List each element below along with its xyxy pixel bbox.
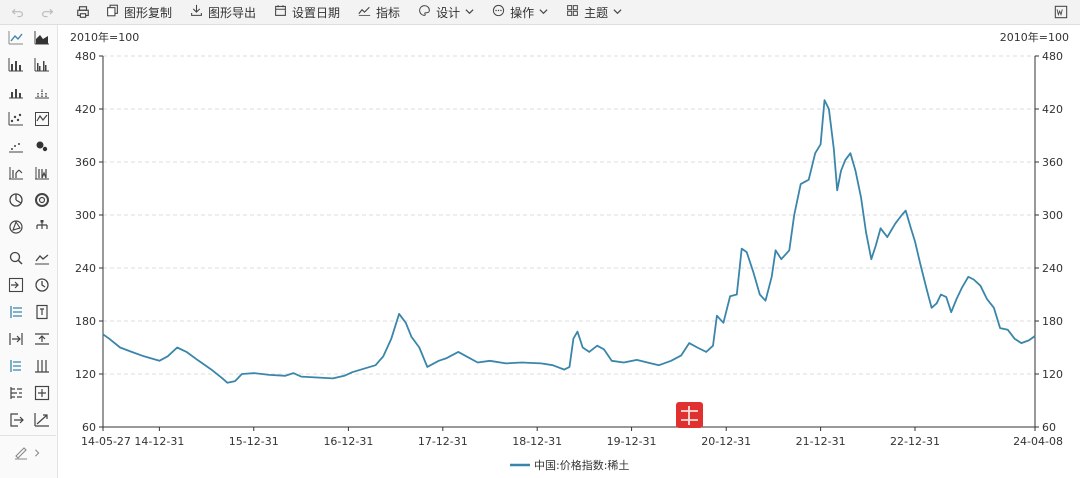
chevron-down-icon (613, 5, 622, 19)
bar-month-icon[interactable] (33, 164, 51, 182)
expand-right-icon[interactable] (7, 330, 25, 348)
trend-chart-icon[interactable] (33, 249, 51, 267)
chevron-down-icon (465, 5, 474, 19)
x-tick-label: 22-12-31 (890, 435, 940, 448)
y-tick-label-right: 480 (1042, 50, 1063, 63)
y-tick-label-left: 60 (82, 421, 96, 434)
y-tick-label-right: 60 (1042, 421, 1056, 434)
bar-chart-icon[interactable] (7, 56, 25, 74)
column-chart-icon[interactable] (7, 83, 25, 101)
document-icon[interactable] (33, 303, 51, 321)
line-chart: 2010年=100 2010年=100 60 60 120 120 180 180 240 2… (70, 30, 1069, 472)
ellipsis-circle-icon (492, 4, 505, 20)
watermark-logo (676, 402, 703, 428)
operation-label: 操作 (510, 5, 535, 20)
stacked-list-icon[interactable] (7, 357, 25, 375)
chevron-right-icon[interactable] (28, 444, 46, 462)
y-tick-label-left: 360 (75, 156, 96, 169)
chevron-down-icon (539, 5, 548, 19)
line-chart-icon[interactable] (7, 29, 25, 47)
indicator-button[interactable]: 指标 (358, 4, 400, 21)
x-tick-label: 16-12-31 (323, 435, 373, 448)
export-chart-label: 图形导出 (208, 5, 257, 20)
x-tick-label: 14-05-27 (81, 435, 131, 448)
export-doc-icon[interactable] (7, 411, 25, 429)
column-bars-icon[interactable] (33, 357, 51, 375)
area-chart-icon[interactable] (33, 29, 51, 47)
x-tick-label: 17-12-31 (418, 435, 468, 448)
x-tick-label: 24-04-08 (1013, 435, 1063, 448)
scatter-chart-icon[interactable] (7, 110, 25, 128)
x-tick-label: 19-12-31 (607, 435, 657, 448)
legend-label: 中国:价格指数:稀土 (534, 458, 629, 472)
undo-icon[interactable] (8, 3, 26, 21)
redo-icon[interactable] (38, 3, 56, 21)
y-tick-label-left: 180 (75, 315, 96, 328)
copy-chart-button[interactable]: 图形复制 (106, 4, 172, 21)
copy-chart-label: 图形复制 (124, 5, 173, 20)
indicator-label: 指标 (376, 5, 401, 20)
set-date-label: 设置日期 (292, 5, 341, 20)
dot-column-icon[interactable] (33, 83, 51, 101)
palette-icon (418, 4, 431, 20)
bar-year-icon[interactable] (7, 164, 25, 182)
tree-chart-icon[interactable] (33, 218, 51, 236)
y-tick-label-left: 300 (75, 209, 96, 222)
y-tick-label-right: 360 (1042, 156, 1063, 169)
grid-icon (566, 4, 579, 20)
y-tick-label-left: 420 (75, 103, 96, 116)
chart-type-sidebar (0, 25, 58, 478)
y-tick-label-left: 480 (75, 50, 96, 63)
clock-icon[interactable] (33, 276, 51, 294)
growth-chart-icon[interactable] (33, 411, 51, 429)
calendar-icon (274, 4, 287, 20)
y-tick-label-right: 420 (1042, 103, 1063, 116)
download-icon (190, 4, 203, 20)
series-line (102, 99, 1036, 384)
design-dropdown[interactable]: 设计 (418, 4, 474, 21)
upload-bar-icon[interactable] (33, 330, 51, 348)
import-series-icon[interactable] (7, 276, 25, 294)
left-axis-unit: 2010年=100 (70, 30, 139, 44)
x-tick-label: 14-12-31 (134, 435, 184, 448)
line-chart-icon (358, 4, 371, 20)
x-tick-label: 18-12-31 (512, 435, 562, 448)
y-tick-label-right: 120 (1042, 368, 1063, 381)
legend: 中国:价格指数:稀土 (510, 458, 629, 472)
design-label: 设计 (436, 5, 461, 20)
set-date-button[interactable]: 设置日期 (274, 4, 340, 21)
tree-list-icon[interactable] (7, 384, 25, 402)
donut-chart-icon[interactable] (33, 191, 51, 209)
pie-chart-icon[interactable] (7, 191, 25, 209)
y-tick-label-right: 240 (1042, 262, 1063, 275)
y-tick-label-right: 300 (1042, 209, 1063, 222)
y-tick-label-left: 120 (75, 368, 96, 381)
export-chart-button[interactable]: 图形导出 (190, 4, 256, 21)
x-tick-label: 20-12-31 (701, 435, 751, 448)
zoom-search-icon[interactable] (7, 249, 25, 267)
grouped-bar-icon[interactable] (33, 56, 51, 74)
operation-dropdown[interactable]: 操作 (492, 4, 548, 21)
bubble-chart-icon[interactable] (33, 137, 51, 155)
list-align-icon[interactable] (7, 303, 25, 321)
y-tick-label-right: 180 (1042, 315, 1063, 328)
x-tick-label: 15-12-31 (229, 435, 279, 448)
y-tick-label-left: 240 (75, 262, 96, 275)
copy-icon (106, 4, 119, 20)
x-tick-label: 21-12-31 (796, 435, 846, 448)
combo-chart-icon[interactable] (33, 110, 51, 128)
print-icon[interactable] (74, 3, 92, 21)
theme-dropdown[interactable]: 主题 (566, 4, 622, 21)
theme-label: 主题 (584, 5, 609, 20)
radar-chart-icon[interactable] (7, 218, 25, 236)
word-export-icon[interactable] (1052, 3, 1070, 21)
right-axis-unit: 2010年=100 (1000, 30, 1069, 44)
small-scatter-icon[interactable] (7, 137, 25, 155)
toolbar: 图形复制 图形导出 设置日期 指标 设计 操作 主题 (0, 0, 1080, 25)
add-box-icon[interactable] (33, 384, 51, 402)
